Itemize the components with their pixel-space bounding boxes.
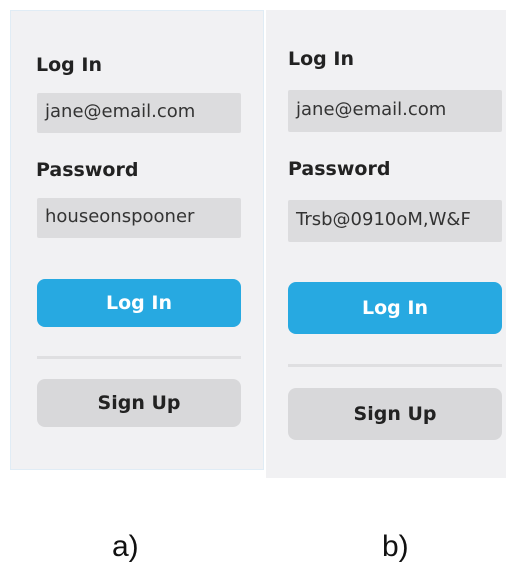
email-field[interactable]: jane@email.com [288,90,502,132]
password-field[interactable]: houseonspooner [37,198,241,238]
login-button[interactable]: Log In [37,279,241,327]
password-heading: Password [36,159,139,181]
divider [37,356,241,359]
password-heading: Password [288,158,391,180]
login-heading: Log In [36,54,102,76]
signup-button[interactable]: Sign Up [37,379,241,427]
login-form-panel-a: Log In jane@email.com Password houseonsp… [10,10,264,470]
login-button[interactable]: Log In [288,282,502,334]
login-form-panel-b: Log In jane@email.com Password Trsb@0910… [266,10,506,478]
divider [288,364,502,367]
caption-b: b) [382,530,409,563]
email-field[interactable]: jane@email.com [37,93,241,133]
login-heading: Log In [288,48,354,70]
password-field[interactable]: Trsb@0910oM,W&F [288,200,502,242]
caption-a: a) [112,530,139,563]
signup-button[interactable]: Sign Up [288,388,502,440]
